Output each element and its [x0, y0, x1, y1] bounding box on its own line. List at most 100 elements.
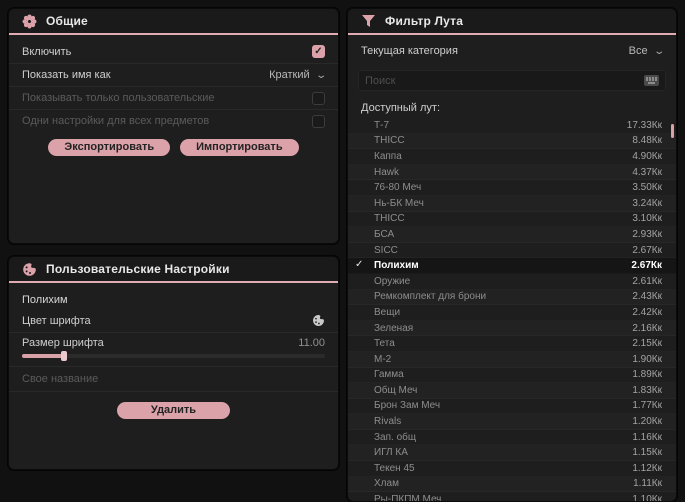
loot-item-row[interactable]: Оружие 2.61Кк	[348, 274, 676, 290]
loot-item-name: Вещи	[374, 306, 401, 318]
general-panel-header: Общие	[9, 9, 338, 35]
loot-item-row[interactable]: Хлам 1.11Кк	[348, 477, 676, 493]
loot-item-value: 1.11Кк	[633, 478, 662, 490]
loot-item-row[interactable]: Ремкомплект для брони 2.43Кк	[348, 290, 676, 306]
loot-item-row[interactable]: THICC 8.48Кк	[348, 134, 676, 150]
font-size-label: Размер шрифта	[22, 336, 104, 349]
same-settings-checkbox[interactable]	[312, 114, 325, 128]
category-value: Все	[628, 45, 648, 57]
loot-item-row[interactable]: Ры-ПКПМ Меч 1.10Кк	[348, 492, 676, 502]
custom-settings-title: Пользовательские Настройки	[46, 262, 230, 276]
loot-item-value: 17.33Кк	[626, 119, 662, 131]
loot-item-name: БСА	[374, 228, 395, 240]
loot-item-name: Хлам	[374, 478, 399, 490]
loot-item-row[interactable]: Зап. общ 1.16Кк	[348, 430, 676, 446]
loot-item-row[interactable]: Общ Меч 1.83Кк	[348, 383, 676, 399]
enable-row: Включить ✓	[9, 40, 338, 63]
loot-item-name: Полихим	[374, 260, 419, 272]
loot-item-row[interactable]: ИГЛ КА 1.15Кк	[348, 445, 676, 461]
loot-item-name: Текен 45	[374, 462, 415, 474]
custom-settings-panel: Пользовательские Настройки Полихим Цвет …	[8, 256, 339, 470]
only-custom-label: Показывать только пользовательские	[22, 92, 215, 104]
loot-item-name: ИГЛ КА	[374, 447, 408, 459]
loot-item-row[interactable]: Hawk 4.37Кк	[348, 165, 676, 181]
loot-item-name: Hawk	[374, 166, 400, 178]
loot-item-value: 2.67Кк	[632, 244, 662, 256]
loot-item-value: 1.15Кк	[632, 447, 662, 459]
category-row: Текущая категория Все ⌄	[348, 38, 676, 64]
loot-item-value: 1.12Кк	[632, 462, 662, 474]
loot-item-value: 3.10Кк	[632, 213, 662, 225]
enable-checkbox[interactable]: ✓	[312, 45, 325, 58]
loot-item-value: 1.16Кк	[632, 431, 662, 443]
search-input[interactable]	[365, 74, 638, 87]
loot-item-row[interactable]: Тета 2.15Кк	[348, 336, 676, 352]
keyboard-icon[interactable]	[644, 75, 659, 86]
loot-item-row[interactable]: THICC 3.10Кк	[348, 212, 676, 228]
custom-name-row	[9, 367, 338, 392]
loot-filter-title: Фильтр Лута	[385, 14, 464, 28]
loot-item-row[interactable]: БСА 2.93Кк	[348, 227, 676, 243]
category-dropdown[interactable]: Все ⌄	[628, 45, 665, 57]
loot-item-name: THICC	[374, 135, 405, 147]
delete-button[interactable]: Удалить	[116, 402, 231, 419]
loot-item-name: Т-7	[374, 119, 389, 131]
loot-item-name: Ры-ПКПМ Меч	[374, 494, 442, 502]
loot-item-name: Оружие	[374, 275, 411, 287]
selected-item-name: Полихим	[22, 294, 68, 306]
show-name-as-value: Краткий	[269, 69, 310, 81]
export-button[interactable]: Экспортировать	[48, 139, 171, 156]
loot-item-name: Зеленая	[374, 322, 414, 334]
loot-item-row[interactable]: Текен 45 1.12Кк	[348, 461, 676, 477]
show-name-as-label: Показать имя как	[22, 69, 111, 81]
loot-item-value: 2.93Кк	[632, 228, 662, 240]
loot-item-row[interactable]: Каппа 4.90Кк	[348, 149, 676, 165]
font-color-label: Цвет шрифта	[22, 314, 91, 327]
font-color-row: Цвет шрифта	[9, 309, 338, 332]
font-size-slider[interactable]	[9, 351, 338, 367]
funnel-icon	[361, 14, 376, 29]
same-settings-label: Одни настройки для всех предметов	[22, 115, 210, 127]
loot-item-row[interactable]: Т-7 17.33Кк	[348, 118, 676, 134]
loot-item-row[interactable]: Зеленая 2.16Кк	[348, 321, 676, 337]
search-box	[358, 70, 666, 91]
loot-item-name: Каппа	[374, 150, 402, 162]
color-picker-icon[interactable]	[312, 314, 325, 327]
only-custom-checkbox[interactable]	[312, 91, 325, 105]
loot-item-row[interactable]: 76-80 Меч 3.50Кк	[348, 180, 676, 196]
loot-filter-header: Фильтр Лута	[348, 9, 676, 35]
loot-item-value: 2.15Кк	[632, 338, 662, 350]
custom-name-input[interactable]	[22, 367, 325, 391]
loot-item-value: 2.67Кк	[631, 260, 662, 272]
loot-item-row[interactable]: Гамма 1.89Кк	[348, 368, 676, 384]
loot-list: Т-7 17.33Кк THICC 8.48Кк Каппа 4.90Кк Hawk 4.37…	[348, 118, 676, 502]
loot-item-value: 2.42Кк	[632, 306, 662, 318]
import-button[interactable]: Импортировать	[180, 139, 299, 156]
only-custom-row: Показывать только пользовательские	[9, 86, 338, 109]
loot-item-row[interactable]: Вещи 2.42Кк	[348, 305, 676, 321]
loot-item-row[interactable]: М-2 1.90Кк	[348, 352, 676, 368]
loot-item-name: Общ Меч	[374, 384, 418, 396]
loot-item-name: Зап. общ	[374, 431, 417, 443]
loot-item-row[interactable]: Нь-БК Меч 3.24Кк	[348, 196, 676, 212]
loot-item-value: 1.20Кк	[632, 416, 662, 428]
loot-item-row[interactable]: SICC 2.67Кк	[348, 243, 676, 259]
same-settings-row: Одни настройки для всех предметов	[9, 109, 338, 132]
loot-item-value: 1.77Кк	[632, 400, 662, 412]
gear-icon	[22, 14, 37, 29]
loot-item-value: 3.24Кк	[632, 197, 662, 209]
loot-item-name: Гамма	[374, 369, 404, 381]
show-name-as-row: Показать имя как Краткий ⌄	[9, 63, 338, 86]
show-name-as-dropdown[interactable]: Краткий ⌄	[269, 69, 327, 81]
loot-item-name: Тета	[374, 338, 395, 350]
loot-item-row[interactable]: Rivals 1.20Кк	[348, 414, 676, 430]
loot-item-name: Брон Зам Меч	[374, 400, 441, 412]
loot-item-value: 2.43Кк	[632, 291, 662, 303]
slider-thumb[interactable]	[61, 351, 68, 361]
loot-item-row[interactable]: Брон Зам Меч 1.77Кк	[348, 399, 676, 415]
loot-item-name: SICC	[374, 244, 398, 256]
loot-item-row[interactable]: ✓ Полихим 2.67Кк	[348, 258, 676, 274]
loot-item-name: Нь-БК Меч	[374, 197, 424, 209]
available-loot-label: Доступный лут:	[361, 102, 441, 114]
slider-fill	[22, 354, 65, 358]
